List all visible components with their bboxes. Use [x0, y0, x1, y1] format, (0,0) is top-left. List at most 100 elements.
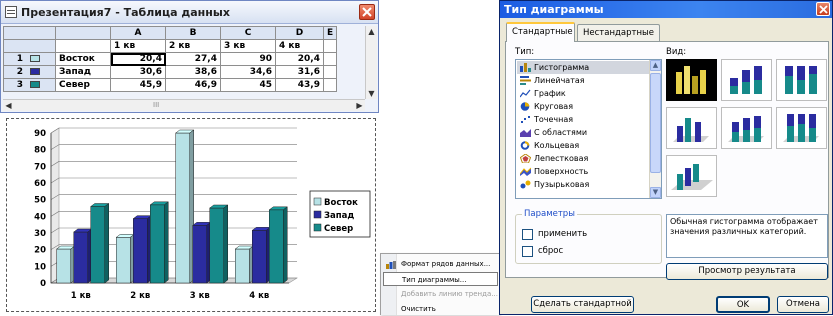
datasheet-vertical-scrollbar[interactable]: ▲ ▼: [365, 26, 377, 99]
subtype-3d-column[interactable]: [666, 155, 717, 197]
menu-item-format-series[interactable]: Формат рядов данных...: [383, 257, 498, 271]
column-header[interactable]: C: [220, 26, 276, 40]
data-cell[interactable]: 43,9: [275, 78, 324, 92]
row-header[interactable]: 2: [3, 65, 56, 79]
bar: [235, 248, 250, 284]
list-item[interactable]: Пузырьковая: [517, 178, 650, 191]
menu-item-label: Формат рядов данных...: [401, 260, 491, 268]
list-item[interactable]: Кольцевая: [517, 139, 650, 152]
data-cell[interactable]: 27,4: [165, 52, 221, 66]
column-header[interactable]: D: [275, 26, 324, 40]
subtype-100-stacked-column[interactable]: [776, 59, 827, 101]
category-cell[interactable]: [322, 39, 338, 53]
datasheet-horizontal-scrollbar[interactable]: ◀ III ▶: [3, 99, 365, 111]
data-cell[interactable]: 38,6: [165, 65, 221, 79]
series-name-cell[interactable]: Север: [55, 78, 111, 92]
subtype-clustered-column[interactable]: [666, 59, 717, 101]
scroll-up-icon[interactable]: ▲: [650, 60, 661, 71]
list-item[interactable]: Точечная: [517, 113, 650, 126]
list-item[interactable]: Лепестковая: [517, 152, 650, 165]
y-tick-label: 0: [40, 279, 46, 289]
column-header[interactable]: A: [110, 26, 166, 40]
list-item[interactable]: Линейчатая: [517, 74, 650, 87]
cancel-button[interactable]: Отмена: [777, 296, 829, 313]
data-cell[interactable]: 46,9: [165, 78, 221, 92]
apply-checkbox[interactable]: [522, 229, 533, 240]
data-cell[interactable]: 45,9: [110, 78, 166, 92]
row-header[interactable]: [3, 39, 56, 53]
data-cell[interactable]: 20,4: [275, 52, 324, 66]
menu-item-chart-type[interactable]: Тип диаграммы...: [383, 272, 498, 286]
y-tick-label: 70: [34, 162, 46, 172]
row-header[interactable]: 1: [3, 52, 56, 66]
list-item-label: Точечная: [534, 115, 574, 124]
pie-chart-icon: [520, 102, 531, 111]
gridline: [50, 127, 297, 134]
scroll-left-icon[interactable]: ◀: [3, 100, 14, 111]
datasheet-title: Презентация7 - Таблица данных: [21, 6, 230, 19]
data-cell[interactable]: 31,6: [275, 65, 324, 79]
row-number: 2: [16, 67, 24, 77]
dialog-titlebar[interactable]: Тип диаграммы: [500, 1, 832, 18]
scroll-down-icon[interactable]: ▼: [650, 187, 661, 198]
category-cell[interactable]: 3 кв: [220, 39, 276, 53]
category-cell[interactable]: 4 кв: [275, 39, 324, 53]
row-header[interactable]: 3: [3, 78, 56, 92]
make-default-button[interactable]: Сделать стандартной: [531, 296, 634, 313]
scroll-right-icon[interactable]: ▶: [354, 100, 365, 111]
bar-chart-icon: [520, 76, 531, 85]
data-cell[interactable]: [322, 65, 338, 79]
subtype-3d-100-stacked-column[interactable]: [776, 107, 827, 149]
datasheet-window: Презентация7 - Таблица данных A B C D E …: [0, 0, 379, 113]
list-item[interactable]: Круговая: [517, 100, 650, 113]
preview-button[interactable]: Просмотр результата: [666, 263, 828, 280]
subtype-3d-clustered-column[interactable]: [666, 107, 717, 149]
menu-item-clear[interactable]: Очистить: [383, 302, 498, 316]
scroll-thumb-grip[interactable]: III: [153, 100, 159, 111]
scroll-up-icon[interactable]: ▲: [366, 26, 377, 37]
subtype-stacked-column[interactable]: [721, 59, 772, 101]
reset-checkbox[interactable]: [522, 246, 533, 257]
chart-type-list[interactable]: Гистограмма Линейчатая График Круговая Т…: [515, 59, 662, 199]
menu-item-add-trendline[interactable]: Добавить линию тренда...: [383, 287, 498, 301]
tab-panel-standard: Тип: Вид: Гистограмма Линейчатая График …: [505, 41, 829, 280]
scroll-thumb[interactable]: [650, 73, 661, 173]
y-tick-label: 30: [34, 229, 46, 239]
data-cell[interactable]: 20,4: [110, 52, 166, 66]
3d-stacked-column-icon: [728, 116, 764, 142]
tab-custom[interactable]: Нестандартные: [577, 24, 660, 41]
bar: [73, 231, 88, 284]
category-cell[interactable]: 1 кв: [110, 39, 166, 53]
y-tick-label: 50: [34, 196, 46, 206]
bar: [133, 218, 148, 284]
type-list-scrollbar[interactable]: ▲ ▼: [649, 60, 661, 198]
3d-percent-stacked-column-icon: [783, 114, 819, 142]
subtype-3d-stacked-column[interactable]: [721, 107, 772, 149]
list-item[interactable]: График: [517, 87, 650, 100]
data-cell[interactable]: [55, 39, 111, 53]
category-cell[interactable]: 2 кв: [165, 39, 221, 53]
data-cell[interactable]: 45: [220, 78, 276, 92]
data-cell[interactable]: [322, 52, 338, 66]
data-cell[interactable]: 34,6: [220, 65, 276, 79]
data-cell[interactable]: [322, 78, 338, 92]
list-item[interactable]: Гистограмма: [517, 61, 650, 74]
series-name-cell[interactable]: Запад: [55, 65, 111, 79]
list-item[interactable]: Поверхность: [517, 165, 650, 178]
series-name-cell[interactable]: Восток: [55, 52, 111, 66]
tab-standard[interactable]: Стандартные: [506, 22, 575, 42]
data-cell[interactable]: 90: [220, 52, 276, 66]
chart-area[interactable]: 0 10 20 30 40 50 60 70 80 90 1 кв 2 кв 3 кв 4 кв Восто…: [6, 118, 376, 312]
column-header[interactable]: E: [322, 26, 338, 40]
close-icon[interactable]: [359, 4, 375, 20]
data-cell[interactable]: 30,6: [110, 65, 166, 79]
scroll-down-icon[interactable]: ▼: [366, 88, 377, 99]
datasheet-titlebar[interactable]: Презентация7 - Таблица данных: [1, 1, 378, 24]
close-icon[interactable]: [816, 2, 830, 16]
ok-button[interactable]: OK: [716, 296, 770, 313]
list-item[interactable]: С областями: [517, 126, 650, 139]
bar-side: [104, 203, 109, 284]
grid-corner[interactable]: [3, 26, 56, 40]
y-tick-label: 10: [34, 262, 46, 272]
column-header[interactable]: B: [165, 26, 221, 40]
